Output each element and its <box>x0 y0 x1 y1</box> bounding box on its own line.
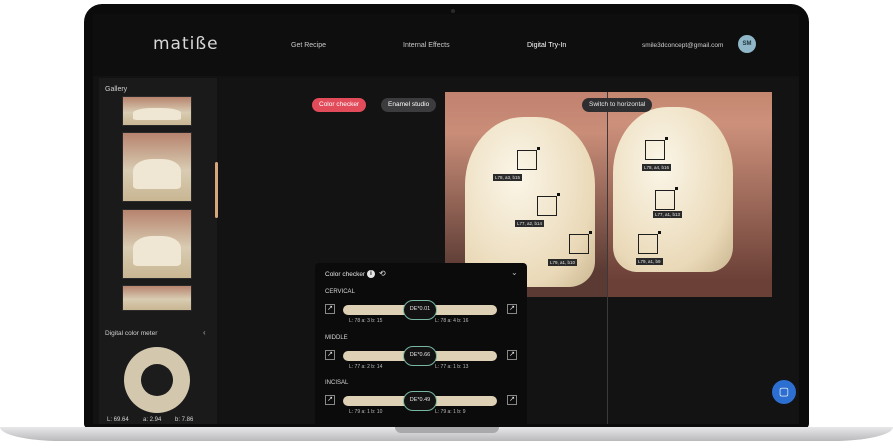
avatar[interactable]: SM <box>738 35 756 53</box>
gallery-title: Gallery <box>105 86 128 93</box>
checker-title: Color checker <box>325 271 366 278</box>
measure-label: L78, a4, b16 <box>642 164 672 171</box>
middle-slider[interactable]: DE*0.66 <box>343 346 497 366</box>
gallery-scrollbar[interactable] <box>215 162 218 218</box>
measure-label: L79, a1, b9 <box>636 258 663 265</box>
middle-lab-left: L: 77 a: 2 b: 14 <box>349 364 383 370</box>
chevron-left-icon[interactable]: ‹ <box>203 328 206 337</box>
compare-divider[interactable] <box>607 92 608 424</box>
enamel-studio-button[interactable]: Enamel studio <box>381 98 437 112</box>
chat-icon[interactable]: ▢ <box>772 380 796 404</box>
meter-a-value: a: 2.94 <box>143 417 162 423</box>
color-checker-button[interactable]: Color checker <box>312 98 367 112</box>
top-nav: matiße Get Recipe Internal Effects Digit… <box>93 14 799 76</box>
app-screen: matiße Get Recipe Internal Effects Digit… <box>93 14 799 424</box>
section-middle-title: MIDDLE <box>325 335 348 341</box>
gallery-thumbnail[interactable] <box>122 96 192 126</box>
measure-label: L77, a2, b14 <box>515 220 545 227</box>
reset-icon[interactable]: ⟲ <box>379 269 386 278</box>
cervical-lab-left: L: 78 a: 3 b: 15 <box>349 318 383 324</box>
measure-box[interactable] <box>638 231 661 254</box>
eyedropper-icon[interactable]: ↗ <box>507 395 517 405</box>
section-incisal-title: INCISAL <box>325 380 349 386</box>
meter-l-value: L: 69.64 <box>107 417 129 423</box>
nav-digital-try-in[interactable]: Digital Try-In <box>527 42 566 49</box>
measure-label: L79, a1, b10 <box>548 259 578 266</box>
measure-label: L77, a1, b13 <box>653 211 683 218</box>
cervical-de-knob[interactable]: DE*0.01 <box>403 300 437 320</box>
color-meter-ring <box>124 347 190 413</box>
meter-b-value: b: 7.86 <box>175 417 194 423</box>
gallery-thumbnail[interactable] <box>122 209 192 279</box>
brand-logo[interactable]: matiße <box>153 34 219 54</box>
measure-box[interactable] <box>517 147 540 170</box>
gallery-thumbnail[interactable] <box>122 132 192 202</box>
eyedropper-icon[interactable]: ↗ <box>325 395 335 405</box>
info-icon[interactable]: i <box>367 270 375 278</box>
eyedropper-icon[interactable]: ↗ <box>507 304 517 314</box>
incisal-lab-left: L: 79 a: 1 b: 10 <box>349 409 383 415</box>
middle-de-knob[interactable]: DE*0.66 <box>403 346 437 366</box>
measure-box[interactable] <box>569 231 592 254</box>
incisal-slider[interactable]: DE*0.49 <box>343 391 497 411</box>
eyedropper-icon[interactable]: ↗ <box>325 350 335 360</box>
nav-get-recipe[interactable]: Get Recipe <box>291 42 326 49</box>
incisal-de-knob[interactable]: DE*0.49 <box>403 391 437 411</box>
color-checker-panel: Color checker i ⟲ ⌄ CERVICAL ↗ DE*0.01 ↗… <box>315 263 527 424</box>
cervical-lab-right: L: 78 a: 4 b: 16 <box>435 318 469 324</box>
laptop-notch <box>395 427 499 433</box>
middle-lab-right: L: 77 a: 1 b: 13 <box>435 364 469 370</box>
webcam <box>451 9 455 13</box>
cervical-slider[interactable]: DE*0.01 <box>343 300 497 320</box>
nav-internal-effects[interactable]: Internal Effects <box>403 42 450 49</box>
measure-box[interactable] <box>537 193 560 216</box>
section-cervical-title: CERVICAL <box>325 289 355 295</box>
tooth-photo-right: L78, a4, b16 L77, a1, b13 L79, a1, b9 <box>608 92 772 297</box>
eyedropper-icon[interactable]: ↗ <box>325 304 335 314</box>
eyedropper-icon[interactable]: ↗ <box>507 350 517 360</box>
gallery-thumbnail[interactable] <box>122 285 192 311</box>
measure-box[interactable] <box>645 137 668 160</box>
chevron-down-icon[interactable]: ⌄ <box>511 268 518 277</box>
measure-box[interactable] <box>655 187 678 210</box>
user-email[interactable]: smile3dconcept@gmail.com <box>642 42 723 49</box>
measure-label: L78, a3, b15 <box>493 174 523 181</box>
color-meter-title: Digital color meter <box>105 330 158 337</box>
incisal-lab-right: L: 79 a: 1 b: 9 <box>435 409 466 415</box>
switch-orientation-button[interactable]: Switch to horizontal <box>582 98 653 112</box>
